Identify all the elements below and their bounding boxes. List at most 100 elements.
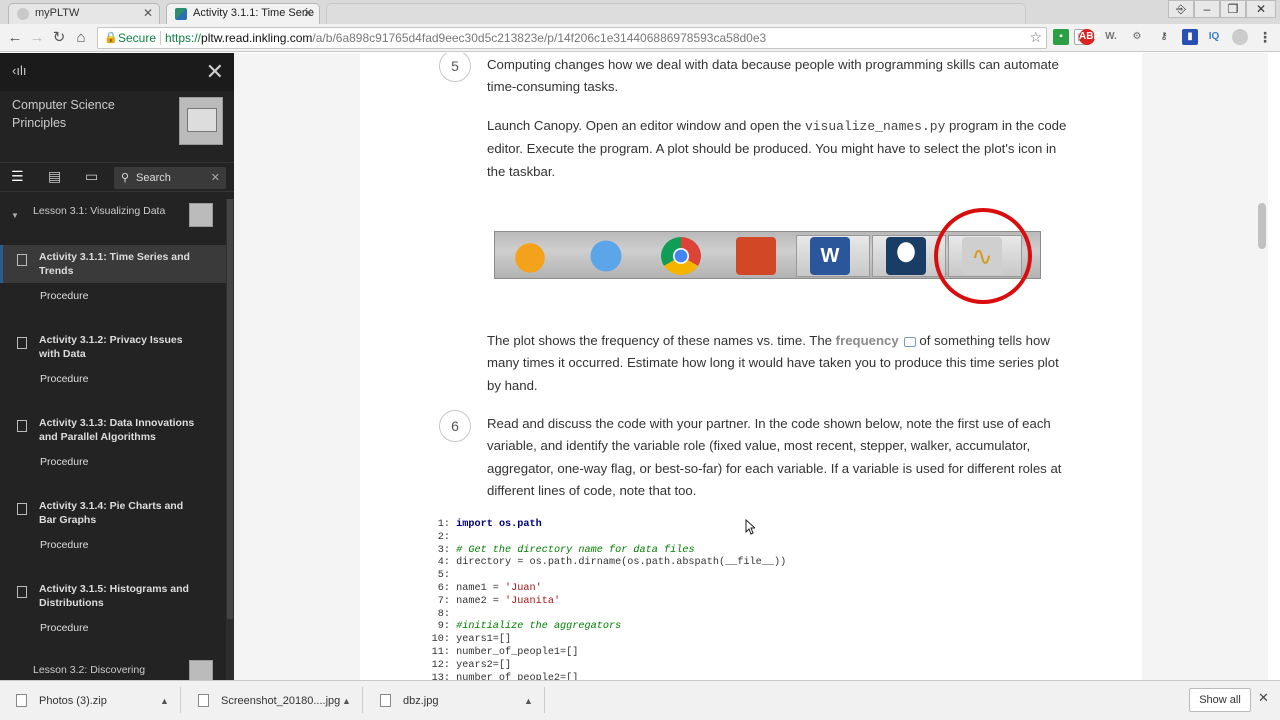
toc-procedure[interactable]: Procedure bbox=[0, 283, 226, 328]
step5-paragraph-2: Launch Canopy. Open an editor window and… bbox=[487, 115, 1067, 183]
line-number: 4: bbox=[437, 557, 450, 569]
extension-circle-icon[interactable] bbox=[1232, 29, 1248, 45]
scrollbar-thumb[interactable] bbox=[227, 199, 233, 619]
course-title: Computer Science Principles bbox=[12, 98, 115, 130]
page-icon bbox=[17, 337, 27, 349]
divider bbox=[160, 31, 161, 45]
tab-activity[interactable]: Activity 3.1.1: Time Serie ✕ bbox=[166, 3, 320, 24]
toc-activity[interactable]: Activity 3.1.2: Privacy Issues with Data bbox=[0, 328, 226, 366]
code-line: 4: directory = os.path.dirname(os.path.a… bbox=[430, 557, 1090, 570]
scrollbar-thumb[interactable] bbox=[1258, 203, 1266, 249]
menu-icon[interactable]: ⋮ bbox=[1257, 29, 1273, 45]
adblock-icon[interactable]: ABP bbox=[1079, 29, 1100, 45]
extension-iq-icon[interactable]: IQ bbox=[1206, 29, 1222, 45]
search-clear-icon[interactable]: ✕ bbox=[211, 167, 220, 189]
sidebar-toolbar: ☰ ▤ ▭ ⚲ Search ✕ bbox=[0, 162, 234, 192]
activity-label: Activity 3.1.5: Histograms and Distribut… bbox=[39, 583, 189, 609]
toc-procedure[interactable]: Procedure bbox=[0, 615, 226, 660]
divider bbox=[362, 687, 363, 713]
image-file-icon bbox=[198, 694, 209, 707]
maximize-icon[interactable]: ❐ bbox=[1220, 0, 1246, 18]
tab-new[interactable] bbox=[326, 3, 1026, 24]
glossary-comment-icon[interactable] bbox=[903, 336, 916, 347]
downloads-bar: Photos (3).zip ▲ Screenshot_20180....jpg… bbox=[0, 680, 1280, 720]
code-line: 10: years1=[] bbox=[430, 634, 1090, 647]
pltw-favicon-icon bbox=[17, 8, 29, 20]
close-icon[interactable]: ✕ bbox=[206, 59, 224, 85]
chevron-up-icon[interactable]: ▲ bbox=[342, 690, 351, 712]
minimize-icon[interactable]: – bbox=[1194, 0, 1220, 18]
code-text: name2 = 'Juanita' bbox=[450, 595, 561, 607]
extension-key-icon[interactable]: ⚷ bbox=[1156, 29, 1172, 45]
chevron-down-icon[interactable]: ▼ bbox=[11, 211, 19, 220]
toc-lesson[interactable]: ▼ Lesson 3.1: Visualizing Data bbox=[0, 199, 226, 245]
procedure-label: Procedure bbox=[40, 622, 89, 634]
chat-icon[interactable]: ▭ bbox=[85, 168, 98, 185]
line-number: 12: bbox=[431, 659, 450, 671]
tab-close-icon[interactable]: ✕ bbox=[303, 4, 313, 23]
procedure-label: Procedure bbox=[40, 456, 89, 468]
bookmark-star-icon[interactable]: ☆ bbox=[1029, 27, 1042, 47]
toc-procedure[interactable]: Procedure bbox=[0, 449, 226, 494]
toc-procedure[interactable]: Procedure bbox=[0, 532, 226, 577]
download-item[interactable]: Photos (3).zip ▲ bbox=[16, 690, 176, 712]
lesson-label: Lesson 3.2: Discovering bbox=[33, 664, 146, 676]
toc-activity[interactable]: Activity 3.1.4: Pie Charts and Bar Graph… bbox=[0, 494, 226, 532]
toc-activity[interactable]: Activity 3.1.5: Histograms and Distribut… bbox=[0, 577, 226, 615]
search-input[interactable]: ⚲ Search ✕ bbox=[114, 167, 226, 189]
sidebar-scrollbar[interactable] bbox=[226, 199, 234, 680]
divider bbox=[544, 687, 545, 713]
forward-icon[interactable]: → bbox=[27, 28, 47, 48]
lesson-label: Lesson 3.1: Visualizing Data bbox=[33, 205, 166, 217]
code-line: 5: bbox=[430, 570, 1090, 583]
download-name: Screenshot_20180....jpg bbox=[221, 695, 341, 707]
profile-icon[interactable]: ⎆ bbox=[1168, 0, 1194, 18]
main-scrollbar[interactable] bbox=[1256, 53, 1268, 680]
back-icon[interactable]: ← bbox=[5, 28, 25, 48]
extension-green-icon[interactable]: ▪ bbox=[1053, 29, 1069, 45]
reload-icon[interactable]: ↻ bbox=[49, 28, 69, 48]
extension-gear-icon[interactable]: ⚙ bbox=[1129, 29, 1145, 45]
line-number: 2: bbox=[437, 531, 450, 543]
chevron-up-icon[interactable]: ▲ bbox=[524, 690, 533, 712]
code-line: 11: number_of_people1=[] bbox=[430, 647, 1090, 660]
code-line: 1: import os.path bbox=[430, 519, 1090, 532]
show-all-button[interactable]: Show all bbox=[1189, 688, 1251, 712]
toc-procedure[interactable]: Procedure bbox=[0, 366, 226, 411]
address-bar[interactable]: 🔒 Secure https://pltw.read.inkling.com/a… bbox=[97, 27, 1047, 49]
notes-icon[interactable]: ▤ bbox=[48, 168, 61, 185]
toc-activity[interactable]: Activity 3.1.3: Data Innovations and Par… bbox=[0, 411, 226, 449]
finder-icon bbox=[586, 237, 626, 275]
extension-w-icon[interactable]: W. bbox=[1103, 29, 1119, 45]
toc-lesson[interactable]: Lesson 3.2: Discovering bbox=[0, 660, 226, 680]
powerpoint-icon bbox=[736, 237, 776, 275]
close-icon[interactable]: ✕ bbox=[1258, 690, 1269, 706]
code-text: number_of_people2=[] bbox=[450, 672, 579, 680]
chevron-up-icon[interactable]: ▲ bbox=[160, 690, 169, 712]
tab-close-icon[interactable]: ✕ bbox=[143, 4, 153, 23]
library-back-icon[interactable]: ‹ılı bbox=[12, 63, 26, 78]
scratch-cat-icon bbox=[510, 237, 550, 275]
browser-tab-bar: myPLTW ✕ Activity 3.1.1: Time Serie ✕ ⎆ … bbox=[0, 0, 1280, 24]
line-number: 5: bbox=[437, 570, 450, 582]
download-item[interactable]: Screenshot_20180....jpg ▲ bbox=[198, 690, 358, 712]
code-text: name1 = 'Juan' bbox=[450, 582, 542, 594]
glossary-term-link[interactable]: frequency bbox=[836, 333, 899, 348]
home-icon[interactable]: ⌂ bbox=[71, 28, 91, 48]
window-close-icon[interactable]: ✕ bbox=[1246, 0, 1276, 18]
secure-label: Secure bbox=[118, 31, 157, 45]
list-icon[interactable]: ☰ bbox=[11, 168, 24, 185]
tab-myPLTW[interactable]: myPLTW ✕ bbox=[8, 3, 160, 24]
toc-activity[interactable]: Activity 3.1.1: Time Series and Trends bbox=[0, 245, 226, 283]
download-item[interactable]: dbz.jpg ▲ bbox=[380, 690, 540, 712]
line-number: 3: bbox=[437, 544, 450, 556]
line-number: 10: bbox=[431, 634, 450, 646]
extension-bookmark-icon[interactable]: ▮ bbox=[1182, 29, 1198, 45]
step5-paragraph-1: Computing changes how we deal with data … bbox=[487, 57, 1059, 95]
divider bbox=[180, 687, 181, 713]
word-icon: W bbox=[810, 237, 850, 275]
mouse-cursor-icon bbox=[745, 519, 755, 535]
